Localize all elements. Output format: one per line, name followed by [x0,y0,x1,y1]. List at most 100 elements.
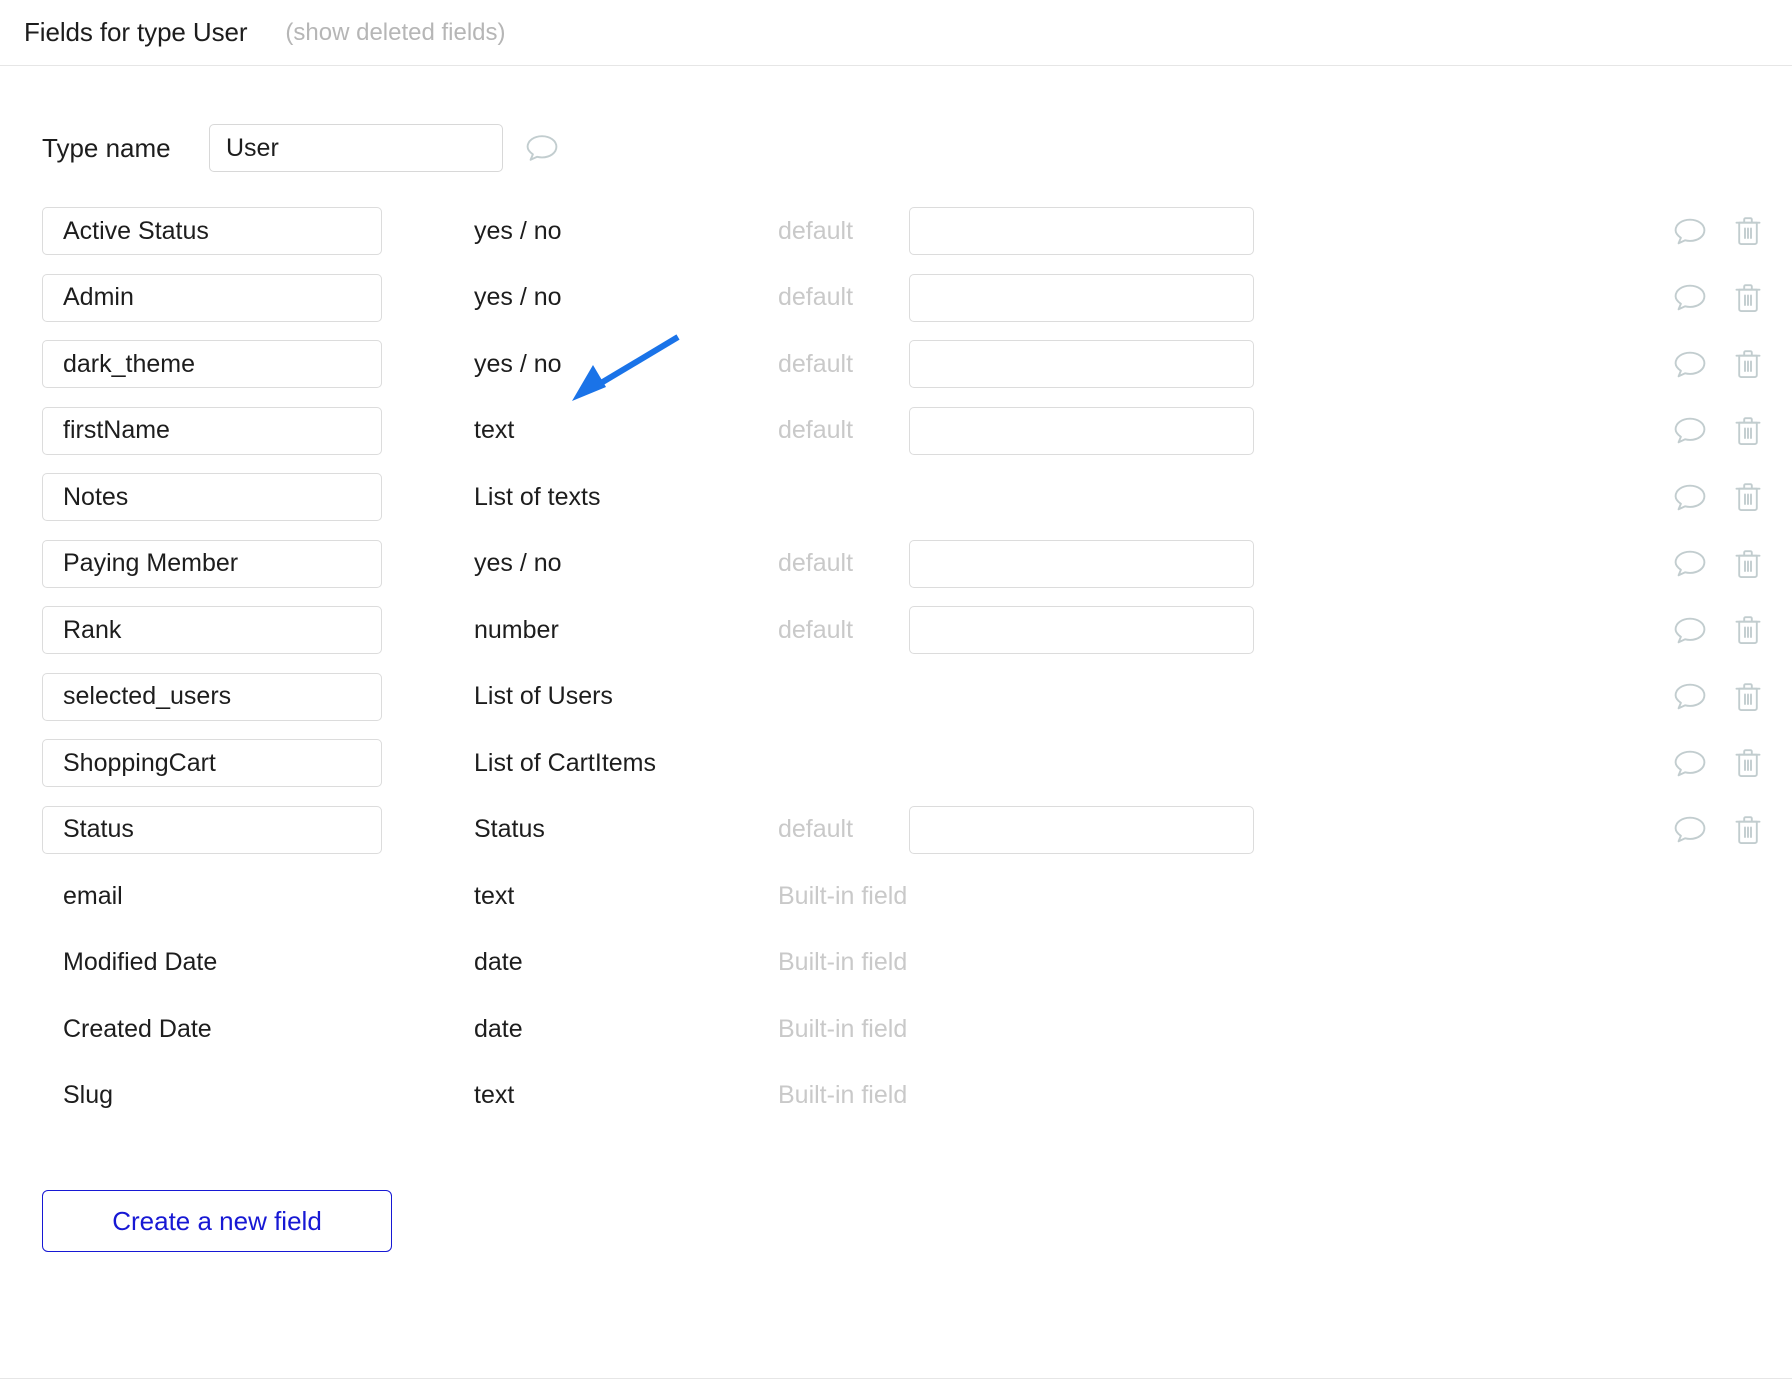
field-name-input[interactable] [42,406,382,455]
field-name-cell [42,406,383,455]
trash-icon[interactable] [1734,415,1762,446]
row-actions [1673,615,1762,646]
field-type-label: text [474,881,515,910]
field-name-input[interactable] [42,539,382,588]
trash-icon[interactable] [1734,814,1762,845]
comment-bubble-icon[interactable] [1673,682,1707,712]
field-name-cell [42,273,383,322]
page-header: Fields for type User (show deleted field… [0,0,1792,66]
default-value-cell [888,406,1254,455]
field-type-label: number [474,615,559,644]
default-value-select[interactable] [909,805,1254,854]
field-type-label: date [474,1014,523,1043]
table-row: email text Built-in field [42,863,1792,930]
field-name-cell: Created Date [42,1015,383,1044]
field-type-label: List of texts [474,482,601,511]
default-label: default [778,216,854,245]
row-actions [1673,681,1762,712]
bottom-divider [0,1378,1792,1379]
trash-icon[interactable] [1734,615,1762,646]
field-name-cell [42,672,383,721]
trash-icon[interactable] [1734,681,1762,712]
field-name-input[interactable] [42,606,382,655]
built-in-field-label: Built-in field [778,1014,908,1043]
field-name-input[interactable] [42,273,382,322]
table-row: Slug text Built-in field [42,1063,1792,1130]
create-field-section: Create a new field [0,1190,1792,1252]
table-row: yes / no default [42,331,1792,398]
field-name-input[interactable] [42,805,382,854]
field-type-label: yes / no [474,549,562,578]
field-name-cell [42,739,383,788]
trash-icon[interactable] [1734,282,1762,313]
create-new-field-button[interactable]: Create a new field [42,1190,392,1252]
row-actions [1673,548,1762,579]
field-type-label: date [474,948,523,977]
default-value-cell [888,207,1254,256]
field-type-label: yes / no [474,216,562,245]
built-in-field-label: Built-in field [778,881,908,910]
trash-icon[interactable] [1734,482,1762,513]
field-name-input[interactable] [42,340,382,389]
field-name-input[interactable] [42,473,382,522]
show-deleted-fields-link[interactable]: (show deleted fields) [285,19,505,47]
type-name-comment-icon[interactable] [525,133,559,163]
table-row: List of CartItems [42,730,1792,797]
field-name-input[interactable] [42,207,382,256]
field-name-cell [42,340,383,389]
field-name-cell: email [42,882,383,911]
field-name-label: Created Date [63,1014,212,1043]
field-type-label: text [474,416,515,445]
comment-bubble-icon[interactable] [1673,615,1707,645]
field-name-label: Slug [63,1081,114,1110]
row-actions [1673,415,1762,446]
field-name-cell: Modified Date [42,948,383,977]
field-name-input[interactable] [42,672,382,721]
field-type-label: text [474,1081,515,1110]
default-value-select[interactable] [909,340,1254,389]
default-value-input[interactable] [909,406,1254,455]
comment-bubble-icon[interactable] [1673,482,1707,512]
type-name-row: Type name [0,106,1792,190]
default-label: default [778,416,854,445]
fields-table: yes / no default yes / no default yes / no de… [0,198,1792,1129]
type-name-input[interactable] [209,124,503,172]
trash-icon[interactable] [1734,216,1762,247]
field-type-label: List of CartItems [474,748,656,777]
default-value-select[interactable] [909,539,1254,588]
comment-bubble-icon[interactable] [1673,815,1707,845]
field-name-cell [42,606,383,655]
trash-icon[interactable] [1734,548,1762,579]
default-value-input[interactable] [909,606,1254,655]
comment-bubble-icon[interactable] [1673,549,1707,579]
table-row: yes / no default [42,531,1792,598]
field-name-input[interactable] [42,739,382,788]
row-actions [1673,482,1762,513]
field-name-label: Modified Date [63,948,218,977]
default-label: default [778,283,854,312]
table-row: List of texts [42,464,1792,531]
row-actions [1673,282,1762,313]
trash-icon[interactable] [1734,349,1762,380]
field-type-label: Status [474,815,545,844]
table-row: List of Users [42,664,1792,731]
comment-bubble-icon[interactable] [1673,349,1707,379]
table-row: Status default [42,797,1792,864]
default-value-cell [888,273,1254,322]
default-value-select[interactable] [909,207,1254,256]
default-value-cell [888,805,1254,854]
built-in-field-label: Built-in field [778,1081,908,1110]
field-name-label: email [63,881,123,910]
default-value-cell [888,606,1254,655]
trash-icon[interactable] [1734,748,1762,779]
comment-bubble-icon[interactable] [1673,283,1707,313]
comment-bubble-icon[interactable] [1673,216,1707,246]
row-actions [1673,349,1762,380]
default-label: default [778,349,854,378]
comment-bubble-icon[interactable] [1673,748,1707,778]
table-row: Modified Date date Built-in field [42,930,1792,997]
default-value-select[interactable] [909,273,1254,322]
default-label: default [778,815,854,844]
table-row: text default [42,398,1792,465]
comment-bubble-icon[interactable] [1673,416,1707,446]
